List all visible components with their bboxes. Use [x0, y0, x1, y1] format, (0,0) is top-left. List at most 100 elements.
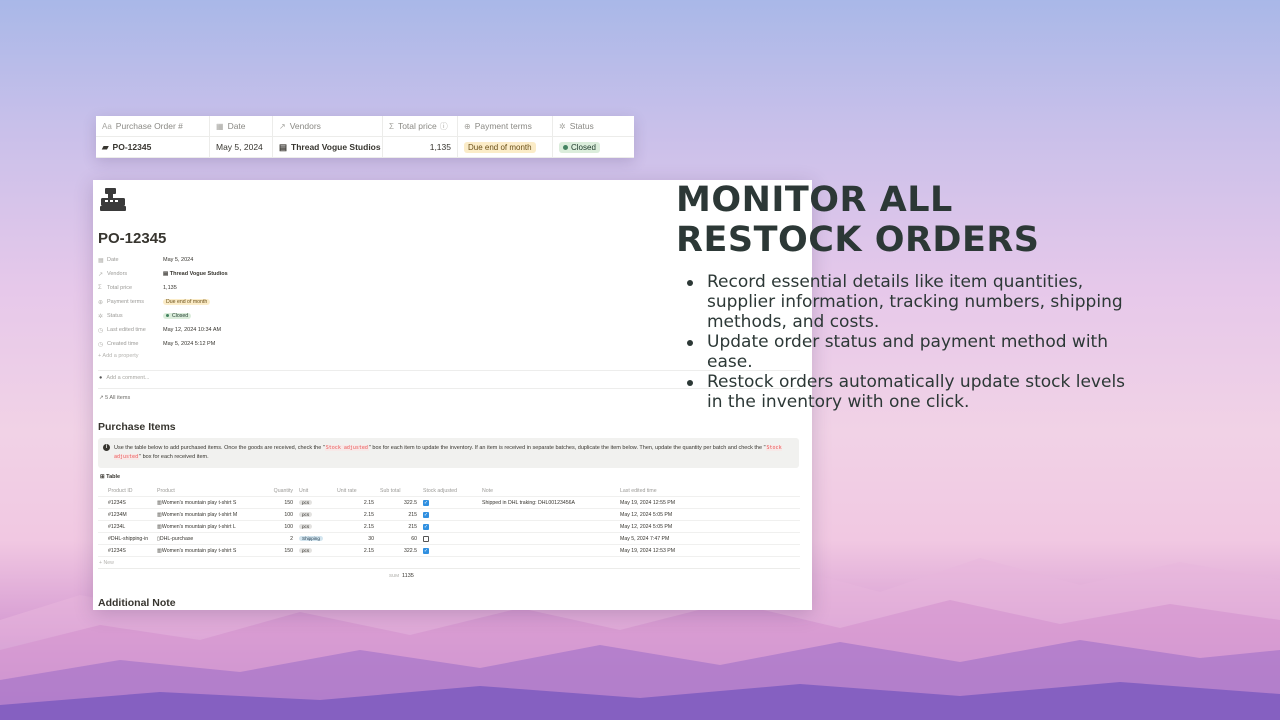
property-vendors[interactable]: ↗ Vendors ▤ Thread Vogue Studios [98, 267, 398, 281]
cell-note[interactable]: Shipped in DHL traking: DHL00123456A [479, 500, 617, 506]
cell-product[interactable]: ▯ DHL-purchase [154, 536, 258, 542]
cell-unit-rate[interactable]: 30 [334, 536, 377, 542]
property-total-price[interactable]: Σ Total price 1,135 [98, 281, 398, 295]
cell-unit[interactable]: pcs [296, 524, 334, 529]
property-date[interactable]: ▦ Date May 5, 2024 [98, 253, 398, 267]
cell-payment-terms[interactable]: Due end of month [458, 137, 553, 157]
cell-last-edited: May 19, 2024 12:55 PM [620, 499, 676, 506]
cell-sub-total[interactable]: 215 [377, 524, 420, 530]
add-comment-input[interactable]: ● Add a comment... [99, 375, 149, 381]
cell-stock-adjusted[interactable]: ✓ [420, 499, 479, 506]
cell-product[interactable]: ▥ Women's mountain play t-shirt S [154, 548, 258, 554]
column-header-product-id[interactable]: Product ID [98, 488, 154, 494]
column-header-last-edited[interactable]: Last edited time [617, 488, 717, 494]
cell-stock-adjusted[interactable]: ✓ [420, 523, 479, 530]
table-row[interactable]: #DHL-shipping-in ▯ DHL-purchase 2 Shippi… [98, 533, 800, 545]
column-header-stock-adjusted[interactable]: Stock adjusted [420, 488, 479, 494]
cell-unit[interactable]: pcs [296, 512, 334, 517]
cell-purchase-order[interactable]: ▰ PO-12345 [96, 137, 210, 157]
cell-product-id[interactable]: #1234M [98, 512, 154, 518]
cell-date[interactable]: May 5, 2024 [210, 137, 273, 157]
cell-sub-total[interactable]: 215 [377, 512, 420, 518]
cell-quantity[interactable]: 100 [258, 524, 296, 530]
add-property-button[interactable]: + Add a property [98, 353, 398, 359]
cell-sub-total[interactable]: 322.5 [377, 548, 420, 554]
stock-adjusted-checkbox[interactable]: ✓ [423, 523, 429, 530]
cell-product[interactable]: ▥ Women's mountain play t-shirt S [154, 500, 258, 506]
table-row[interactable]: #1234S ▥ Women's mountain play t-shirt S… [98, 497, 800, 509]
cell-quantity[interactable]: 100 [258, 512, 296, 518]
column-header-label: Unit rate [337, 487, 357, 494]
column-header-purchase-order[interactable]: Aa Purchase Order # [96, 116, 210, 136]
cell-stock-adjusted[interactable] [420, 535, 479, 542]
cell-unit[interactable]: pcs [296, 500, 334, 505]
sigma-icon: Σ [98, 285, 102, 291]
column-header-date[interactable]: ▦ Date [210, 116, 273, 136]
sum-cell[interactable]: SUM 1135 [389, 573, 414, 579]
cell-stock-adjusted[interactable]: ✓ [420, 511, 479, 518]
cell-stock-adjusted[interactable]: ✓ [420, 547, 479, 554]
stock-adjusted-checkbox[interactable] [423, 535, 429, 542]
cell-unit[interactable]: Shipping [296, 536, 334, 541]
cell-vendor[interactable]: ▤ Thread Vogue Studios [273, 137, 383, 157]
add-row-button[interactable]: + New [98, 557, 800, 569]
calendar-icon: ▦ [98, 257, 104, 264]
table-row[interactable]: #1234L ▥ Women's mountain play t-shirt L… [98, 521, 800, 533]
unit-tag: pcs [299, 524, 313, 529]
cell-product[interactable]: ▥ Women's mountain play t-shirt M [154, 512, 258, 518]
stock-adjusted-checkbox[interactable]: ✓ [423, 499, 429, 506]
page-title[interactable]: PO-12345 [98, 230, 166, 247]
property-value: ▤ Thread Vogue Studios [163, 271, 228, 277]
column-header-total-price[interactable]: Σ Total price ⓘ [383, 116, 458, 136]
table-row[interactable]: #1234M ▥ Women's mountain play t-shirt M… [98, 509, 800, 521]
column-header-vendors[interactable]: ↗ Vendors [273, 116, 383, 136]
property-last-edited[interactable]: ◷ Last edited time May 12, 2024 10:34 AM [98, 323, 398, 337]
status-dot-icon [166, 314, 169, 318]
cell-product-id[interactable]: #DHL-shipping-in [98, 536, 154, 542]
cell-product-id[interactable]: #1234L [98, 524, 154, 530]
purchase-items-table: Product ID Product Quantity Unit Unit ra… [98, 485, 800, 569]
cell-product-id[interactable]: #1234S [98, 500, 154, 506]
cell-quantity[interactable]: 150 [258, 548, 296, 554]
column-header-unit[interactable]: Unit [296, 488, 334, 494]
cell-unit[interactable]: pcs [296, 548, 334, 553]
property-name: Status [107, 313, 123, 319]
all-items-link[interactable]: ↗ 5 All items [99, 395, 130, 401]
column-header-label: Note [482, 487, 493, 494]
status-icon: ✲ [98, 313, 104, 320]
unit-tag: pcs [299, 548, 313, 553]
column-header-quantity[interactable]: Quantity [258, 488, 296, 494]
strip-data-row[interactable]: ▰ PO-12345 May 5, 2024 ▤ Thread Vogue Stud… [96, 137, 634, 158]
property-created-time[interactable]: ◷ Created time May 5, 2024 5:12 PM [98, 337, 398, 351]
cell-unit-rate[interactable]: 2.15 [334, 512, 377, 518]
column-header-unit-rate[interactable]: Unit rate [334, 488, 377, 494]
column-header-note[interactable]: Note [479, 488, 617, 494]
table-view-tab[interactable]: ⊞ Table [100, 474, 120, 480]
property-payment-terms[interactable]: ⊕ Payment terms Due end of month [98, 295, 398, 309]
avatar: ● [99, 375, 103, 381]
vendor-link[interactable]: Thread Vogue Studios [170, 271, 228, 277]
property-list: ▦ Date May 5, 2024 ↗ Vendors ▤ Thread Vogue … [98, 253, 398, 359]
cell-unit-rate[interactable]: 2.15 [334, 500, 377, 506]
column-header-status[interactable]: ✲ Status [553, 116, 634, 136]
property-status[interactable]: ✲ Status Closed [98, 309, 398, 323]
cell-product-id[interactable]: #1234S [98, 548, 154, 554]
cell-text: 1,135 [429, 142, 451, 152]
column-header-product[interactable]: Product [154, 488, 258, 494]
cell-unit-rate[interactable]: 2.15 [334, 524, 377, 530]
cell-unit-rate[interactable]: 2.15 [334, 548, 377, 554]
stock-adjusted-checkbox[interactable]: ✓ [423, 547, 429, 554]
cash-register-icon[interactable] [100, 187, 126, 211]
cell-status[interactable]: Closed [553, 137, 634, 157]
cell-quantity[interactable]: 150 [258, 500, 296, 506]
cell-total-price[interactable]: 1,135 [383, 137, 458, 157]
stock-adjusted-checkbox[interactable]: ✓ [423, 511, 429, 518]
cell-sub-total[interactable]: 322.5 [377, 500, 420, 506]
column-header-payment-terms[interactable]: ⊕ Payment terms [458, 116, 553, 136]
cell-sub-total[interactable]: 60 [377, 536, 420, 542]
column-header-label: Product [157, 487, 175, 494]
cell-product[interactable]: ▥ Women's mountain play t-shirt L [154, 524, 258, 530]
column-header-sub-total[interactable]: Sub total [377, 488, 420, 494]
cell-quantity[interactable]: 2 [258, 536, 296, 542]
table-row[interactable]: #1234S ▥ Women's mountain play t-shirt S… [98, 545, 800, 557]
